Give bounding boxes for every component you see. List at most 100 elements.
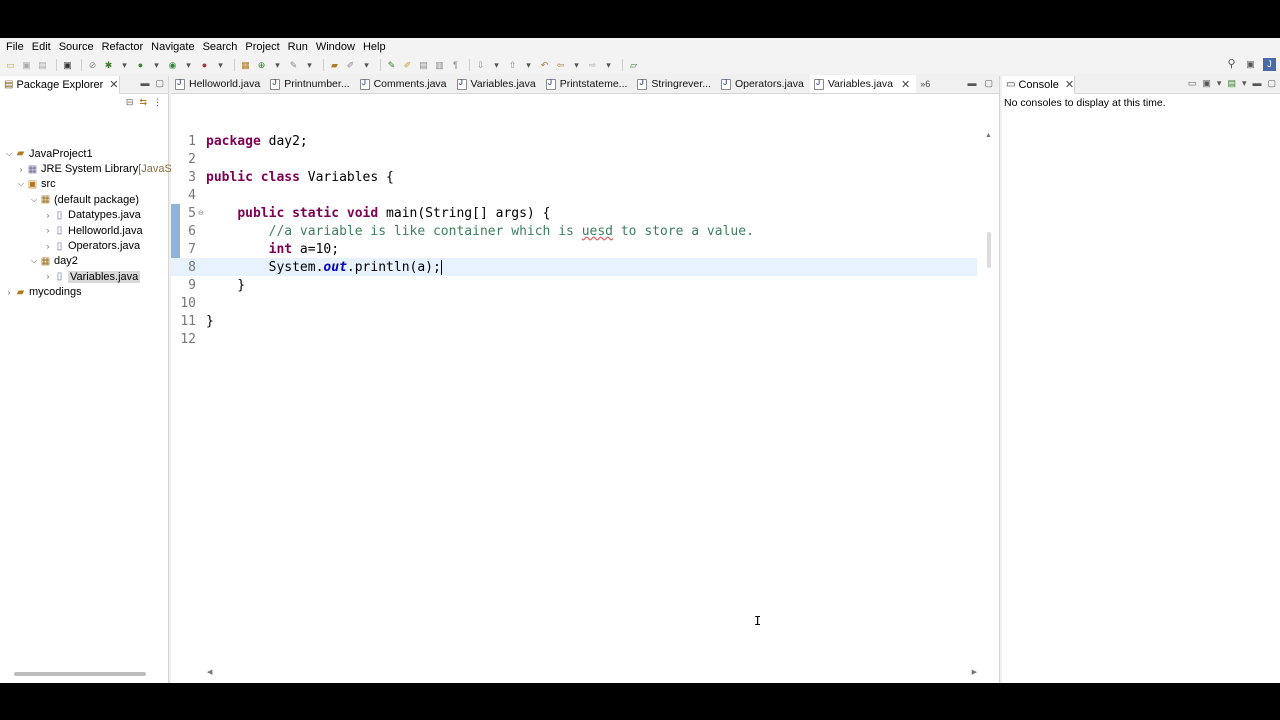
external-tools-icon[interactable]: ● bbox=[198, 59, 211, 72]
collapsed-twistie-icon[interactable]: › bbox=[43, 272, 53, 281]
forward-icon[interactable]: ⇨ bbox=[586, 59, 599, 72]
new-class-icon[interactable]: ⊕ bbox=[255, 59, 268, 72]
open-type-icon[interactable]: ▰ bbox=[328, 59, 341, 72]
last-edit-icon[interactable]: ↶ bbox=[538, 59, 551, 72]
scroll-right-icon[interactable]: ▶ bbox=[972, 668, 977, 676]
tab-variables-java-active[interactable]: Variables.java✕ bbox=[809, 75, 917, 93]
dropdown-icon[interactable]: ▾ bbox=[271, 59, 284, 72]
tree-item-src[interactable]: ⌵ ▣ src bbox=[0, 177, 189, 192]
dropdown-icon[interactable]: ▾ bbox=[490, 59, 503, 72]
expanded-twistie-icon[interactable]: ⌵ bbox=[29, 256, 39, 266]
editor-vertical-scrollbar[interactable]: ▲ ▼ bbox=[985, 132, 993, 683]
maximize-icon[interactable]: ▢ bbox=[984, 78, 993, 89]
dropdown-icon[interactable]: ▾ bbox=[150, 59, 163, 72]
dropdown-icon[interactable]: ▾ bbox=[570, 59, 583, 72]
menu-help[interactable]: Help bbox=[359, 38, 390, 56]
code-editor[interactable]: 1 package day2; 2 3 public class Variabl… bbox=[171, 132, 977, 348]
console-tab[interactable]: ▭ Console ✕ bbox=[1002, 75, 1076, 94]
skip-breakpoints-icon[interactable]: ⊘ bbox=[86, 59, 99, 72]
package-explorer-tab[interactable]: ▤ Package Explorer ✕ bbox=[0, 75, 120, 94]
menu-project[interactable]: Project bbox=[241, 38, 283, 56]
whitespace-icon[interactable]: ▥ bbox=[433, 59, 446, 72]
pin-console-icon[interactable]: ▭ bbox=[1188, 78, 1197, 89]
expanded-twistie-icon[interactable]: ⌵ bbox=[16, 179, 26, 189]
close-icon[interactable]: ✕ bbox=[109, 78, 118, 91]
expanded-twistie-icon[interactable]: ⌵ bbox=[4, 149, 14, 159]
new-icon[interactable]: ▭ bbox=[4, 59, 17, 72]
dropdown-icon[interactable]: ▾ bbox=[1242, 78, 1247, 89]
dropdown-icon[interactable]: ▾ bbox=[360, 59, 373, 72]
pin-editor-icon[interactable]: ▱ bbox=[627, 59, 640, 72]
fold-toggle-icon[interactable]: ⊖ bbox=[198, 209, 206, 217]
new-java-project-icon[interactable]: ▦ bbox=[239, 59, 252, 72]
previous-annotation-icon[interactable]: ⇧ bbox=[506, 59, 519, 72]
menu-search[interactable]: Search bbox=[199, 38, 242, 56]
collapse-all-icon[interactable]: ⊟ bbox=[126, 97, 134, 108]
dropdown-icon[interactable]: ▾ bbox=[522, 59, 535, 72]
open-console-icon[interactable]: ▤ bbox=[1227, 78, 1236, 89]
java-perspective-icon[interactable]: J bbox=[1263, 58, 1276, 71]
close-icon[interactable]: ✕ bbox=[901, 78, 910, 91]
tab-variables-java-1[interactable]: Variables.java bbox=[453, 75, 542, 93]
collapsed-twistie-icon[interactable]: › bbox=[43, 226, 53, 235]
open-perspective-icon[interactable]: ▣ bbox=[1244, 58, 1257, 71]
menu-window[interactable]: Window bbox=[312, 38, 359, 56]
tree-item-datatypes-java[interactable]: › ▯ Datatypes.java bbox=[0, 208, 189, 223]
menu-navigate[interactable]: Navigate bbox=[147, 38, 198, 56]
pilcrow-icon[interactable]: ¶ bbox=[449, 59, 462, 72]
collapsed-twistie-icon[interactable]: › bbox=[16, 165, 26, 174]
link-with-editor-icon[interactable]: ⇆ bbox=[139, 97, 147, 108]
dropdown-icon[interactable]: ▾ bbox=[1217, 78, 1222, 89]
dropdown-icon[interactable]: ▾ bbox=[602, 59, 615, 72]
save-all-icon[interactable]: ▤ bbox=[36, 59, 49, 72]
search-tool-icon[interactable]: ✐ bbox=[344, 59, 357, 72]
menu-edit[interactable]: Edit bbox=[28, 38, 55, 56]
tabs-overflow-button[interactable]: »6 bbox=[916, 75, 934, 93]
editor-horizontal-scrollbar[interactable]: ◀ ▶ bbox=[207, 668, 977, 677]
tab-comments-java[interactable]: Comments.java bbox=[356, 75, 453, 93]
expanded-twistie-icon[interactable]: ⌵ bbox=[29, 195, 39, 205]
tree-item-day2[interactable]: ⌵ ▦ day2 bbox=[0, 254, 189, 269]
back-icon[interactable]: ⇦ bbox=[554, 59, 567, 72]
next-annotation-icon[interactable]: ⇩ bbox=[474, 59, 487, 72]
menu-run[interactable]: Run bbox=[284, 38, 312, 56]
coverage-icon[interactable]: ◉ bbox=[166, 59, 179, 72]
debug-icon[interactable]: ✱ bbox=[102, 59, 115, 72]
tab-printnumber[interactable]: Printnumber... bbox=[266, 75, 355, 93]
annotation-icon[interactable]: ✎ bbox=[385, 59, 398, 72]
tree-item-helloworld-java[interactable]: › ▯ Helloworld.java bbox=[0, 223, 189, 238]
minimize-icon[interactable]: ▬ bbox=[967, 78, 976, 89]
run-icon[interactable]: ● bbox=[134, 59, 147, 72]
minimize-icon[interactable]: ▬ bbox=[140, 78, 149, 89]
collapsed-twistie-icon[interactable]: › bbox=[4, 288, 14, 297]
maximize-icon[interactable]: ▢ bbox=[1267, 78, 1276, 89]
scroll-up-icon[interactable]: ▲ bbox=[985, 132, 992, 139]
block-selection-icon[interactable]: ▤ bbox=[417, 59, 430, 72]
new-wizard-icon[interactable]: ✎ bbox=[287, 59, 300, 72]
tree-item-operators-java[interactable]: › ▯ Operators.java bbox=[0, 238, 189, 253]
dropdown-icon[interactable]: ▾ bbox=[118, 59, 131, 72]
collapsed-twistie-icon[interactable]: › bbox=[43, 242, 53, 251]
dropdown-icon[interactable]: ▾ bbox=[182, 59, 195, 72]
dropdown-icon[interactable]: ▾ bbox=[303, 59, 316, 72]
tab-printstatement[interactable]: Printstateme... bbox=[542, 75, 634, 93]
save-icon[interactable]: ▣ bbox=[20, 59, 33, 72]
tree-item-mycodings[interactable]: › ▰ mycodings bbox=[0, 285, 189, 300]
menu-refactor[interactable]: Refactor bbox=[98, 38, 148, 56]
dropdown-icon[interactable]: ▾ bbox=[214, 59, 227, 72]
close-icon[interactable]: ✕ bbox=[1065, 78, 1074, 91]
view-menu-icon[interactable]: ⋮ bbox=[153, 97, 162, 108]
tab-operators-java[interactable]: Operators.java bbox=[717, 75, 810, 93]
minimize-icon[interactable]: ▬ bbox=[1252, 78, 1261, 89]
tree-item-javaproject1[interactable]: ⌵ ▰ JavaProject1 bbox=[0, 146, 189, 161]
tab-stringreverse[interactable]: Stringrever... bbox=[633, 75, 717, 93]
search-icon[interactable]: ⚲ bbox=[1225, 58, 1238, 71]
display-console-icon[interactable]: ▣ bbox=[1202, 78, 1211, 89]
collapsed-twistie-icon[interactable]: › bbox=[43, 211, 53, 220]
mark-occurrences-icon[interactable]: ✐ bbox=[401, 59, 414, 72]
tree-item-default-package[interactable]: ⌵ ▦ (default package) bbox=[0, 192, 189, 207]
tab-helloworld-java[interactable]: Helloworld.java bbox=[171, 75, 266, 93]
tree-item-variables-java[interactable]: › ▯ Variables.java bbox=[0, 269, 189, 284]
menu-file[interactable]: File bbox=[2, 38, 28, 56]
menu-source[interactable]: Source bbox=[55, 38, 98, 56]
